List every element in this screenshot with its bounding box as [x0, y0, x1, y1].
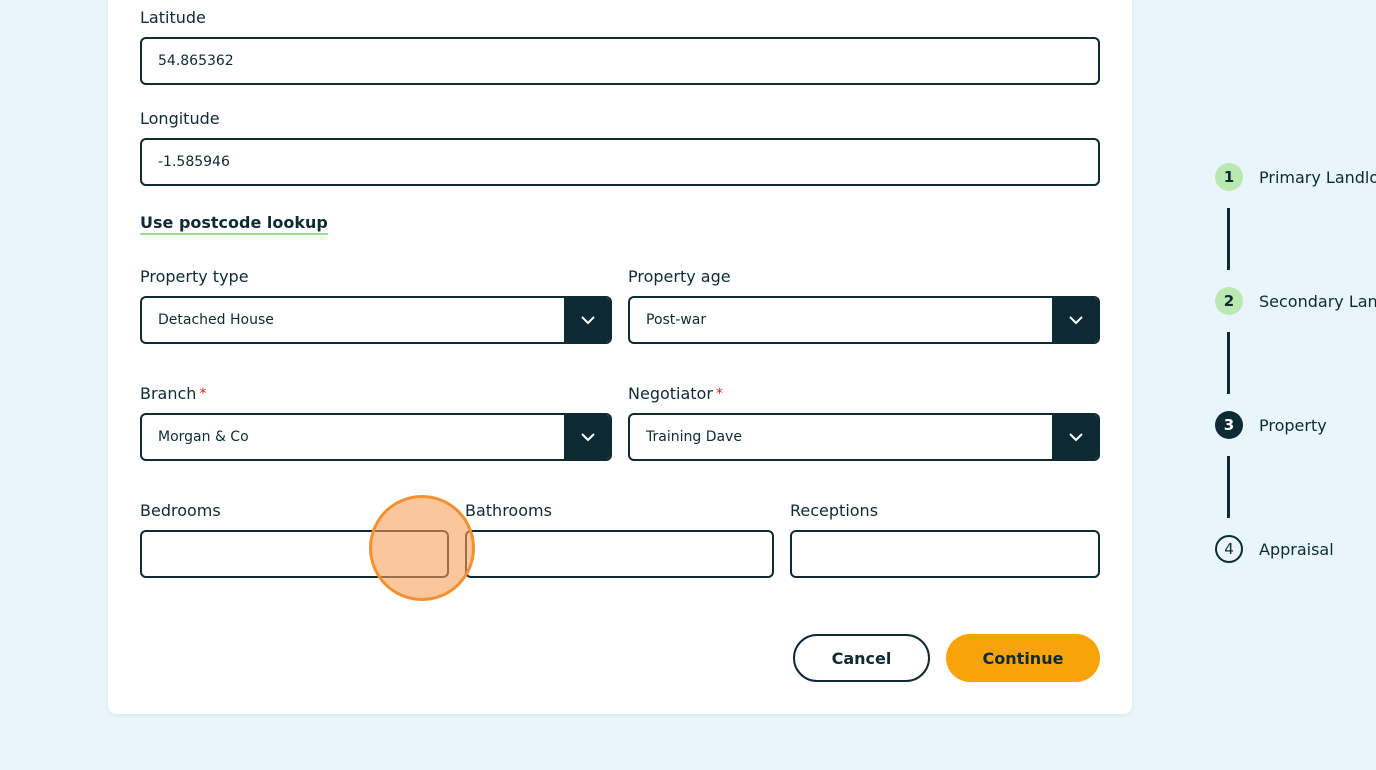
step-number: 1: [1215, 163, 1243, 191]
negotiator-label-text: Negotiator: [628, 384, 713, 403]
step-secondary-landlord[interactable]: 2 Secondary Lan: [1215, 287, 1376, 315]
required-marker: *: [199, 386, 207, 402]
property-age-select[interactable]: Post-war: [628, 296, 1100, 344]
chevron-down-icon: [564, 298, 610, 342]
latitude-value: 54.865362: [158, 53, 234, 69]
negotiator-label: Negotiator *: [628, 384, 723, 404]
latitude-input[interactable]: 54.865362: [140, 37, 1100, 85]
branch-label: Branch *: [140, 384, 206, 404]
step-label: Primary Landlo: [1259, 167, 1376, 187]
property-age-label: Property age: [628, 267, 731, 286]
bathrooms-label: Bathrooms: [465, 501, 552, 520]
branch-value: Morgan & Co: [158, 429, 249, 445]
branch-select[interactable]: Morgan & Co: [140, 413, 612, 461]
step-label: Secondary Lan: [1259, 291, 1376, 311]
negotiator-value: Training Dave: [646, 429, 742, 445]
chevron-down-icon: [1052, 298, 1098, 342]
bedrooms-label: Bedrooms: [140, 501, 221, 520]
step-number: 4: [1215, 535, 1243, 563]
latitude-label: Latitude: [140, 8, 206, 27]
longitude-input[interactable]: -1.585946: [140, 138, 1100, 186]
chevron-down-icon: [564, 415, 610, 459]
bathrooms-input[interactable]: [465, 530, 774, 578]
cancel-button[interactable]: Cancel: [793, 634, 930, 682]
property-type-select[interactable]: Detached House: [140, 296, 612, 344]
property-age-value: Post-war: [646, 312, 707, 328]
use-postcode-lookup-link[interactable]: Use postcode lookup: [140, 213, 328, 235]
longitude-value: -1.585946: [158, 154, 230, 170]
step-appraisal[interactable]: 4 Appraisal: [1215, 535, 1334, 563]
step-connector: [1227, 332, 1230, 394]
property-form-card: [108, 0, 1132, 714]
step-label: Appraisal: [1259, 539, 1334, 559]
step-label: Property: [1259, 415, 1327, 435]
step-number: 3: [1215, 411, 1243, 439]
continue-button[interactable]: Continue: [946, 634, 1100, 682]
receptions-label: Receptions: [790, 501, 879, 520]
negotiator-select[interactable]: Training Dave: [628, 413, 1100, 461]
chevron-down-icon: [1052, 415, 1098, 459]
step-number: 2: [1215, 287, 1243, 315]
step-connector: [1227, 208, 1230, 270]
receptions-input[interactable]: [790, 530, 1100, 578]
property-type-label: Property type: [140, 267, 249, 286]
step-primary-landlord[interactable]: 1 Primary Landlo: [1215, 163, 1376, 191]
property-type-value: Detached House: [158, 312, 274, 328]
step-connector: [1227, 456, 1230, 518]
step-property[interactable]: 3 Property: [1215, 411, 1327, 439]
bedrooms-input[interactable]: [140, 530, 449, 578]
branch-label-text: Branch: [140, 384, 197, 403]
required-marker: *: [715, 386, 723, 402]
longitude-label: Longitude: [140, 109, 220, 128]
